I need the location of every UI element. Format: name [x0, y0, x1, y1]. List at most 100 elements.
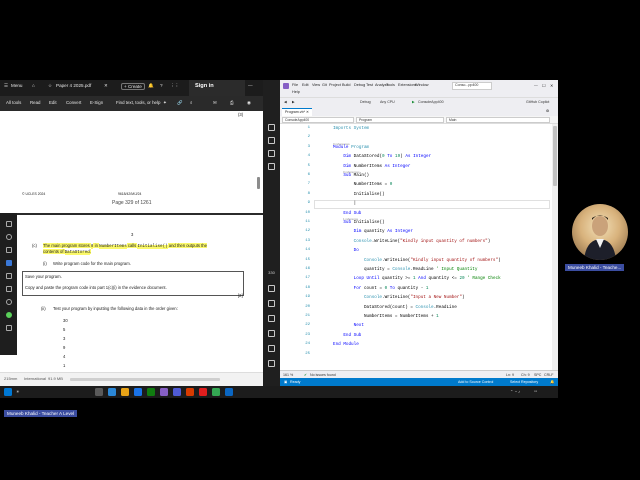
- esign-button[interactable]: E-Sign: [90, 100, 103, 105]
- text-tool-icon[interactable]: [6, 286, 12, 292]
- code-line[interactable]: Do: [333, 248, 359, 253]
- code-line[interactable]: Module Program: [333, 145, 369, 150]
- search-taskbar-icon[interactable]: [95, 388, 103, 396]
- gear-icon[interactable]: ⚙: [546, 109, 549, 113]
- code-line[interactable]: End Sub: [333, 211, 361, 216]
- code-line[interactable]: Console.WriteLine("Kindly input quantity…: [333, 239, 491, 244]
- print-icon[interactable]: ⎙: [230, 100, 234, 105]
- code-line[interactable]: End Sub: [333, 333, 361, 338]
- tab-close-icon[interactable]: ✕: [306, 110, 309, 114]
- tab-program-vb[interactable]: Program.vb* ✕: [282, 108, 312, 116]
- acrobat-icon[interactable]: [199, 388, 207, 396]
- maximize-icon[interactable]: ☐: [542, 83, 545, 88]
- sign-in-area[interactable]: Sign in: [189, 80, 245, 96]
- vs-menu-project[interactable]: Project: [329, 83, 341, 87]
- vs-menu-view[interactable]: View: [312, 83, 320, 87]
- status-tool-icon[interactable]: [6, 312, 12, 318]
- vs-menu-window[interactable]: Window: [415, 83, 429, 87]
- platform-dropdown[interactable]: Any CPU: [380, 100, 395, 104]
- line-ending-indicator[interactable]: CRLF: [544, 373, 553, 377]
- editor-scrollbar[interactable]: [552, 124, 558, 370]
- teams-icon[interactable]: [173, 388, 181, 396]
- edit-button[interactable]: Edit: [49, 100, 57, 105]
- hamburger-icon[interactable]: ☰: [4, 83, 8, 89]
- clock[interactable]: ▭: [534, 389, 537, 393]
- vs-search-box[interactable]: Conso...pp400: [452, 82, 492, 90]
- stamp-tool-icon[interactable]: [6, 299, 12, 305]
- edit-pdf-icon[interactable]: [268, 137, 275, 144]
- organize-pages-icon[interactable]: [268, 150, 275, 157]
- weather-icon[interactable]: ☀: [16, 389, 20, 394]
- powerpoint-icon[interactable]: [186, 388, 194, 396]
- star-icon[interactable]: ☆: [48, 83, 52, 89]
- minimize-icon[interactable]: —: [248, 83, 253, 88]
- draw-tool-icon[interactable]: [6, 273, 12, 279]
- code-line[interactable]: NumberItems = NumberItems + 1: [333, 314, 439, 319]
- task-view-icon[interactable]: [108, 388, 116, 396]
- code-line[interactable]: Dim quantity As Integer: [333, 229, 413, 234]
- minimize-icon[interactable]: —: [534, 83, 538, 87]
- zoom-level[interactable]: 330: [268, 270, 275, 277]
- link-icon[interactable]: 🔗: [177, 100, 182, 106]
- code-line[interactable]: Dim NumberItems As Integer: [333, 164, 410, 169]
- back-icon[interactable]: ◀: [284, 100, 287, 104]
- comment-tool-icon[interactable]: [6, 247, 12, 253]
- more-tools-icon[interactable]: [6, 325, 12, 331]
- config-dropdown[interactable]: Debug: [360, 100, 371, 104]
- sparkle-icon[interactable]: ✦: [163, 100, 167, 106]
- ai-assistant-icon[interactable]: ◉: [247, 100, 251, 106]
- vs-menu-test[interactable]: Test: [366, 83, 373, 87]
- project-dropdown[interactable]: ConsoleApp400: [282, 117, 354, 123]
- code-line[interactable]: DataStored(count) = Console.ReadLine: [333, 305, 457, 310]
- vs-menu-debug[interactable]: Debug: [354, 83, 365, 87]
- type-dropdown[interactable]: Program: [356, 117, 444, 123]
- zoom-dropdown[interactable]: 161 %: [283, 373, 293, 377]
- vs-menu-help[interactable]: Help: [292, 90, 300, 94]
- select-repository-button[interactable]: Select Repository: [510, 380, 538, 384]
- code-line[interactable]: Sub Main(): [333, 173, 369, 178]
- forward-icon[interactable]: ▶: [292, 100, 295, 104]
- participant-tile[interactable]: Muneeb Khalid - Teache...: [565, 204, 635, 276]
- zoom-out-icon[interactable]: [268, 345, 275, 352]
- close-tab-icon[interactable]: ✕: [104, 83, 108, 89]
- visual-studio-taskbar-icon[interactable]: [160, 388, 168, 396]
- vs-menu-edit[interactable]: Edit: [302, 83, 309, 87]
- sign-in-button[interactable]: Sign in: [195, 83, 214, 89]
- code-line[interactable]: |: [333, 201, 357, 206]
- code-line[interactable]: Next: [333, 323, 364, 328]
- page-up-icon[interactable]: [268, 285, 275, 292]
- file-explorer-icon[interactable]: [121, 388, 129, 396]
- highlight-tool-icon[interactable]: [6, 260, 12, 266]
- editor-scrollbar-thumb[interactable]: [553, 126, 557, 186]
- vs-menu-tools[interactable]: Tools: [386, 83, 395, 87]
- search-icon[interactable]: ⌕: [190, 100, 192, 105]
- code-editor[interactable]: 1 Imports System 2 0 references 3 Module Prog…: [280, 124, 558, 370]
- code-line[interactable]: NumberItems = 0: [333, 182, 393, 187]
- vs-menu-build[interactable]: Build: [342, 83, 350, 87]
- vs-menu-extensions[interactable]: Extensions: [398, 83, 417, 87]
- code-line[interactable]: quantity = Console.ReadLine ' Input Quan…: [333, 267, 478, 272]
- vs-menu-git[interactable]: Git: [322, 83, 327, 87]
- menu-button[interactable]: Menu: [11, 83, 23, 88]
- convert-button[interactable]: Convert: [66, 100, 81, 105]
- notifications-icon[interactable]: 🔔: [550, 380, 554, 384]
- code-line[interactable]: Console.WriteLine("Input a New Number"): [333, 295, 465, 300]
- add-source-control-button[interactable]: Add to Source Control: [458, 380, 493, 384]
- page-down-icon[interactable]: [268, 300, 275, 307]
- export-pdf-icon[interactable]: [268, 163, 275, 170]
- home-icon[interactable]: ⌂: [32, 83, 35, 88]
- code-line[interactable]: Console.WriteLine("Kindly input quantity…: [333, 258, 501, 263]
- issues-status[interactable]: No issues found: [310, 373, 336, 377]
- comment-icon[interactable]: [268, 124, 275, 131]
- run-button[interactable]: ConsoleApp400: [418, 100, 444, 104]
- code-line[interactable]: End Module: [333, 342, 359, 347]
- doc-tab[interactable]: Paper 4 2025.pdf: [56, 83, 91, 88]
- pdf-scrollbar-thumb[interactable]: [257, 177, 260, 189]
- spacing-indicator[interactable]: SPC: [534, 373, 541, 377]
- code-line[interactable]: Imports System: [333, 126, 369, 131]
- edge-icon[interactable]: [134, 388, 142, 396]
- copilot-button[interactable]: GitHub Copilot: [526, 100, 549, 104]
- apps-grid-icon[interactable]: ⋮⋮: [170, 83, 179, 89]
- system-tray[interactable]: ⌃ ◔ ♪: [510, 389, 520, 394]
- close-icon[interactable]: ✕: [550, 83, 553, 88]
